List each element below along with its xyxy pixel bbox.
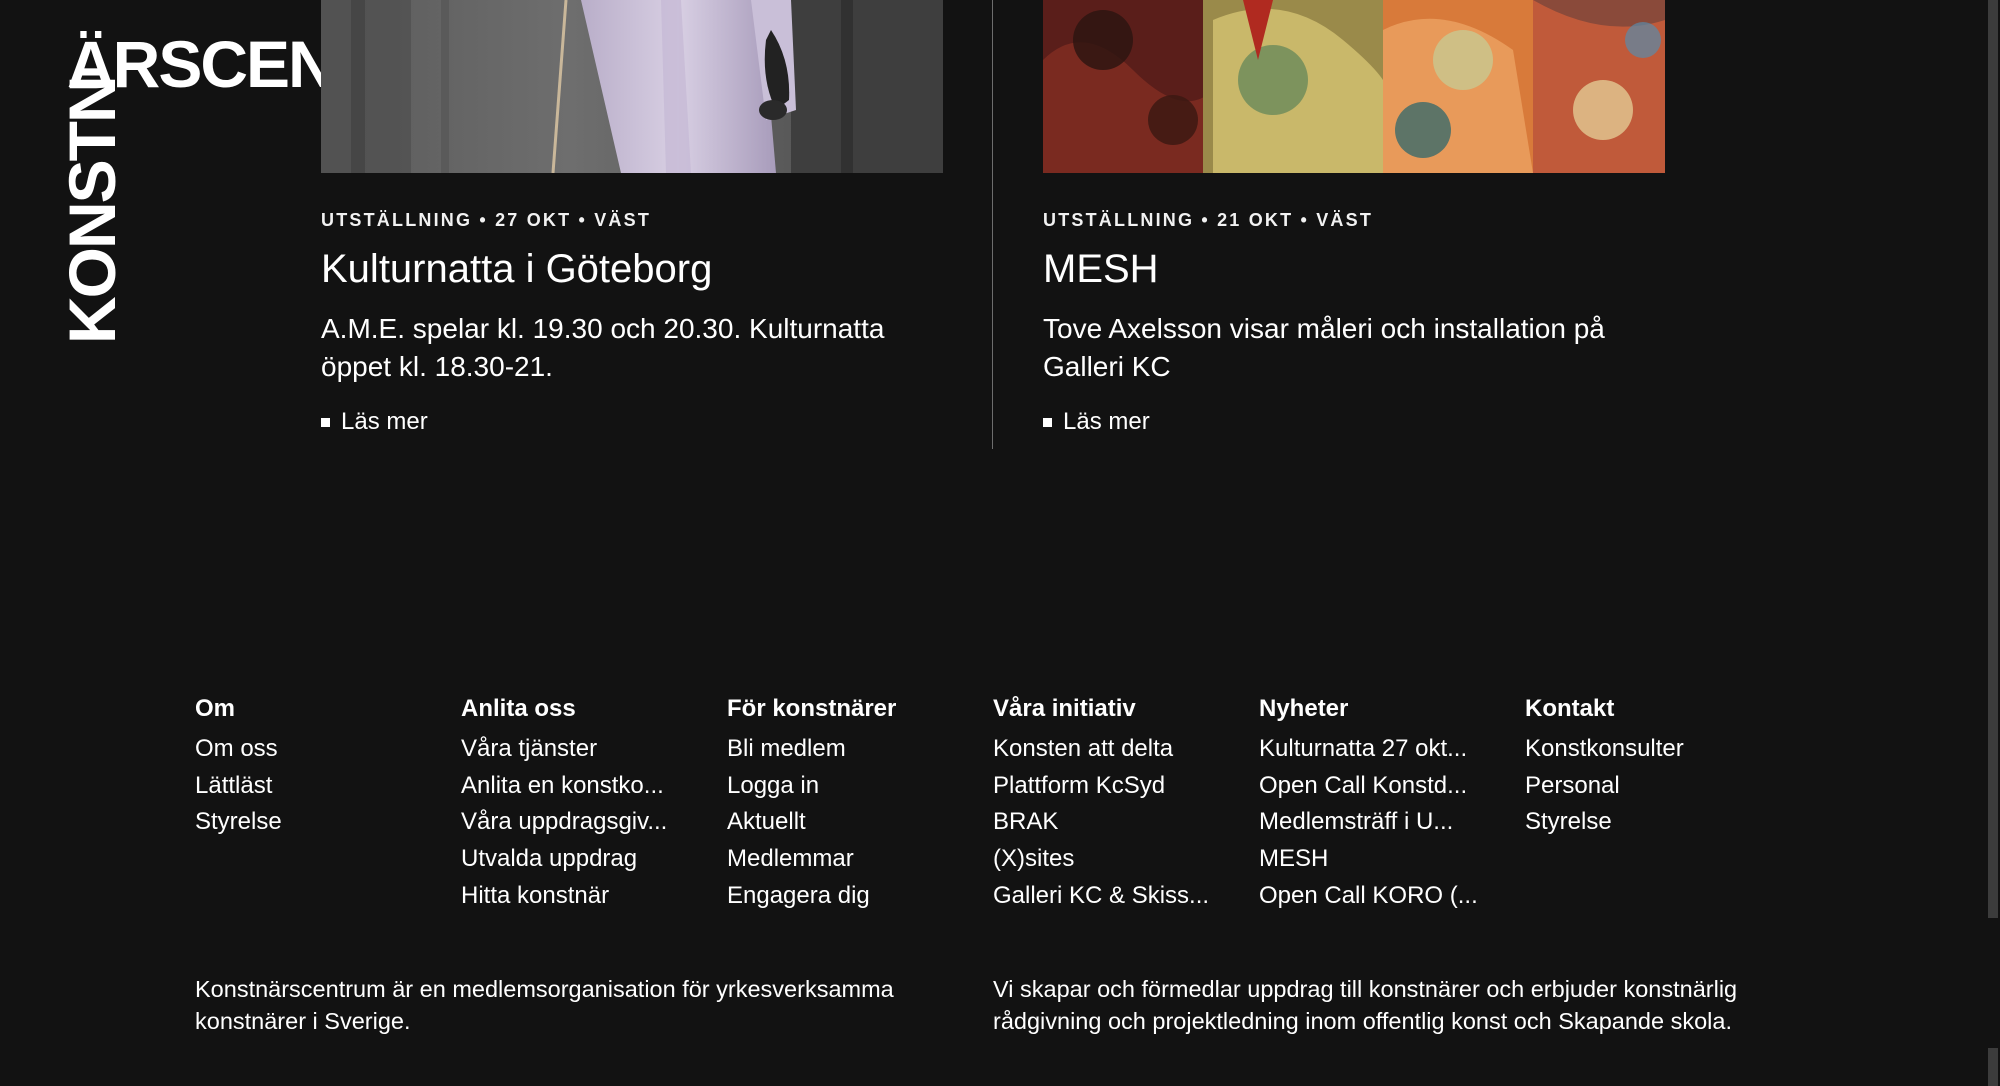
- square-bullet-icon: [321, 417, 330, 427]
- footer-mission-text: Vi skapar och förmedlar uppdrag till kon…: [993, 976, 1738, 1034]
- event-title[interactable]: MESH: [1043, 244, 1665, 294]
- footer-link[interactable]: Styrelse: [1525, 804, 1775, 841]
- footer-link[interactable]: Konsten att delta: [993, 731, 1243, 768]
- footer-link[interactable]: Styrelse: [195, 804, 445, 841]
- footer-heading[interactable]: Anlita oss: [461, 694, 711, 724]
- footer-link[interactable]: Personal: [1525, 768, 1775, 805]
- event-image[interactable]: [321, 0, 943, 173]
- event-image[interactable]: [1043, 0, 1665, 173]
- footer-link[interactable]: Medlemmar: [727, 841, 977, 878]
- scrollbar-thumb[interactable]: [1988, 0, 1998, 918]
- footer-heading[interactable]: Våra initiativ: [993, 694, 1243, 724]
- event-meta: UTSTÄLLNING • 27 OKT • VÄST: [321, 210, 652, 230]
- read-more-link[interactable]: Läs mer: [321, 407, 428, 437]
- event-meta: UTSTÄLLNING • 21 OKT • VÄST: [1043, 210, 1374, 230]
- read-more-link[interactable]: Läs mer: [1043, 407, 1150, 437]
- footer-link[interactable]: MESH: [1259, 841, 1509, 878]
- scrollbar-thumb-lower[interactable]: [1988, 1048, 1998, 1086]
- footer-link[interactable]: (X)sites: [993, 841, 1243, 878]
- footer-heading[interactable]: Kontakt: [1525, 694, 1775, 724]
- footer-link[interactable]: Utvalda uppdrag: [461, 841, 711, 878]
- page: ÄRSCENTRUM KONSTN UTSTÄLLNING • 27 OKT •…: [0, 0, 2000, 1086]
- footer-link[interactable]: Våra uppdragsgiv...: [461, 804, 711, 841]
- footer-column-for-konstnarer: För konstnärer Bli medlem Logga in Aktue…: [727, 694, 977, 915]
- footer-link[interactable]: BRAK: [993, 804, 1243, 841]
- card-divider: [992, 0, 993, 449]
- footer-link[interactable]: Open Call KORO (...: [1259, 878, 1509, 915]
- footer-link[interactable]: Aktuellt: [727, 804, 977, 841]
- event-description: A.M.E. spelar kl. 19.30 och 20.30. Kultu…: [321, 313, 885, 382]
- event-card[interactable]: UTSTÄLLNING • 27 OKT • VÄST Kulturnatta …: [321, 0, 943, 437]
- footer-column-kontakt: Kontakt Konstkonsulter Personal Styrelse: [1525, 694, 1775, 841]
- footer-about-text: Konstnärscentrum är en medlemsorganisati…: [195, 976, 894, 1034]
- event-title[interactable]: Kulturnatta i Göteborg: [321, 244, 943, 294]
- footer-link[interactable]: Plattform KcSyd: [993, 768, 1243, 805]
- artwork-photo: [1043, 0, 1665, 173]
- logo-vertical[interactable]: KONSTN: [55, 77, 129, 344]
- footer-link[interactable]: Medlemsträff i U...: [1259, 804, 1509, 841]
- footer-link[interactable]: Hitta konstnär: [461, 878, 711, 915]
- footer-heading[interactable]: För konstnärer: [727, 694, 977, 724]
- footer-link[interactable]: Konstkonsulter: [1525, 731, 1775, 768]
- event-description: Tove Axelsson visar måleri och installat…: [1043, 313, 1605, 382]
- footer-link[interactable]: Våra tjänster: [461, 731, 711, 768]
- footer-column-om: Om Om oss Lättläst Styrelse: [195, 694, 445, 841]
- event-photo: [321, 0, 943, 173]
- footer-link[interactable]: Logga in: [727, 768, 977, 805]
- read-more-label: Läs mer: [1063, 408, 1150, 435]
- footer-column-nyheter: Nyheter Kulturnatta 27 okt... Open Call …: [1259, 694, 1509, 915]
- footer-link[interactable]: Galleri KC & Skiss...: [993, 878, 1243, 915]
- footer-heading[interactable]: Nyheter: [1259, 694, 1509, 724]
- square-bullet-icon: [1043, 417, 1052, 427]
- footer-link[interactable]: Om oss: [195, 731, 445, 768]
- footer-link[interactable]: Bli medlem: [727, 731, 977, 768]
- footer-link[interactable]: Open Call Konstd...: [1259, 768, 1509, 805]
- footer-link[interactable]: Kulturnatta 27 okt...: [1259, 731, 1509, 768]
- footer-column-vara-initiativ: Våra initiativ Konsten att delta Plattfo…: [993, 694, 1243, 915]
- footer-link[interactable]: Anlita en konstko...: [461, 768, 711, 805]
- footer-link[interactable]: Lättläst: [195, 768, 445, 805]
- event-card[interactable]: UTSTÄLLNING • 21 OKT • VÄST MESH Tove Ax…: [1043, 0, 1665, 437]
- read-more-label: Läs mer: [341, 408, 428, 435]
- footer-link[interactable]: Engagera dig: [727, 878, 977, 915]
- footer-heading[interactable]: Om: [195, 694, 445, 724]
- footer-column-anlita-oss: Anlita oss Våra tjänster Anlita en konst…: [461, 694, 711, 915]
